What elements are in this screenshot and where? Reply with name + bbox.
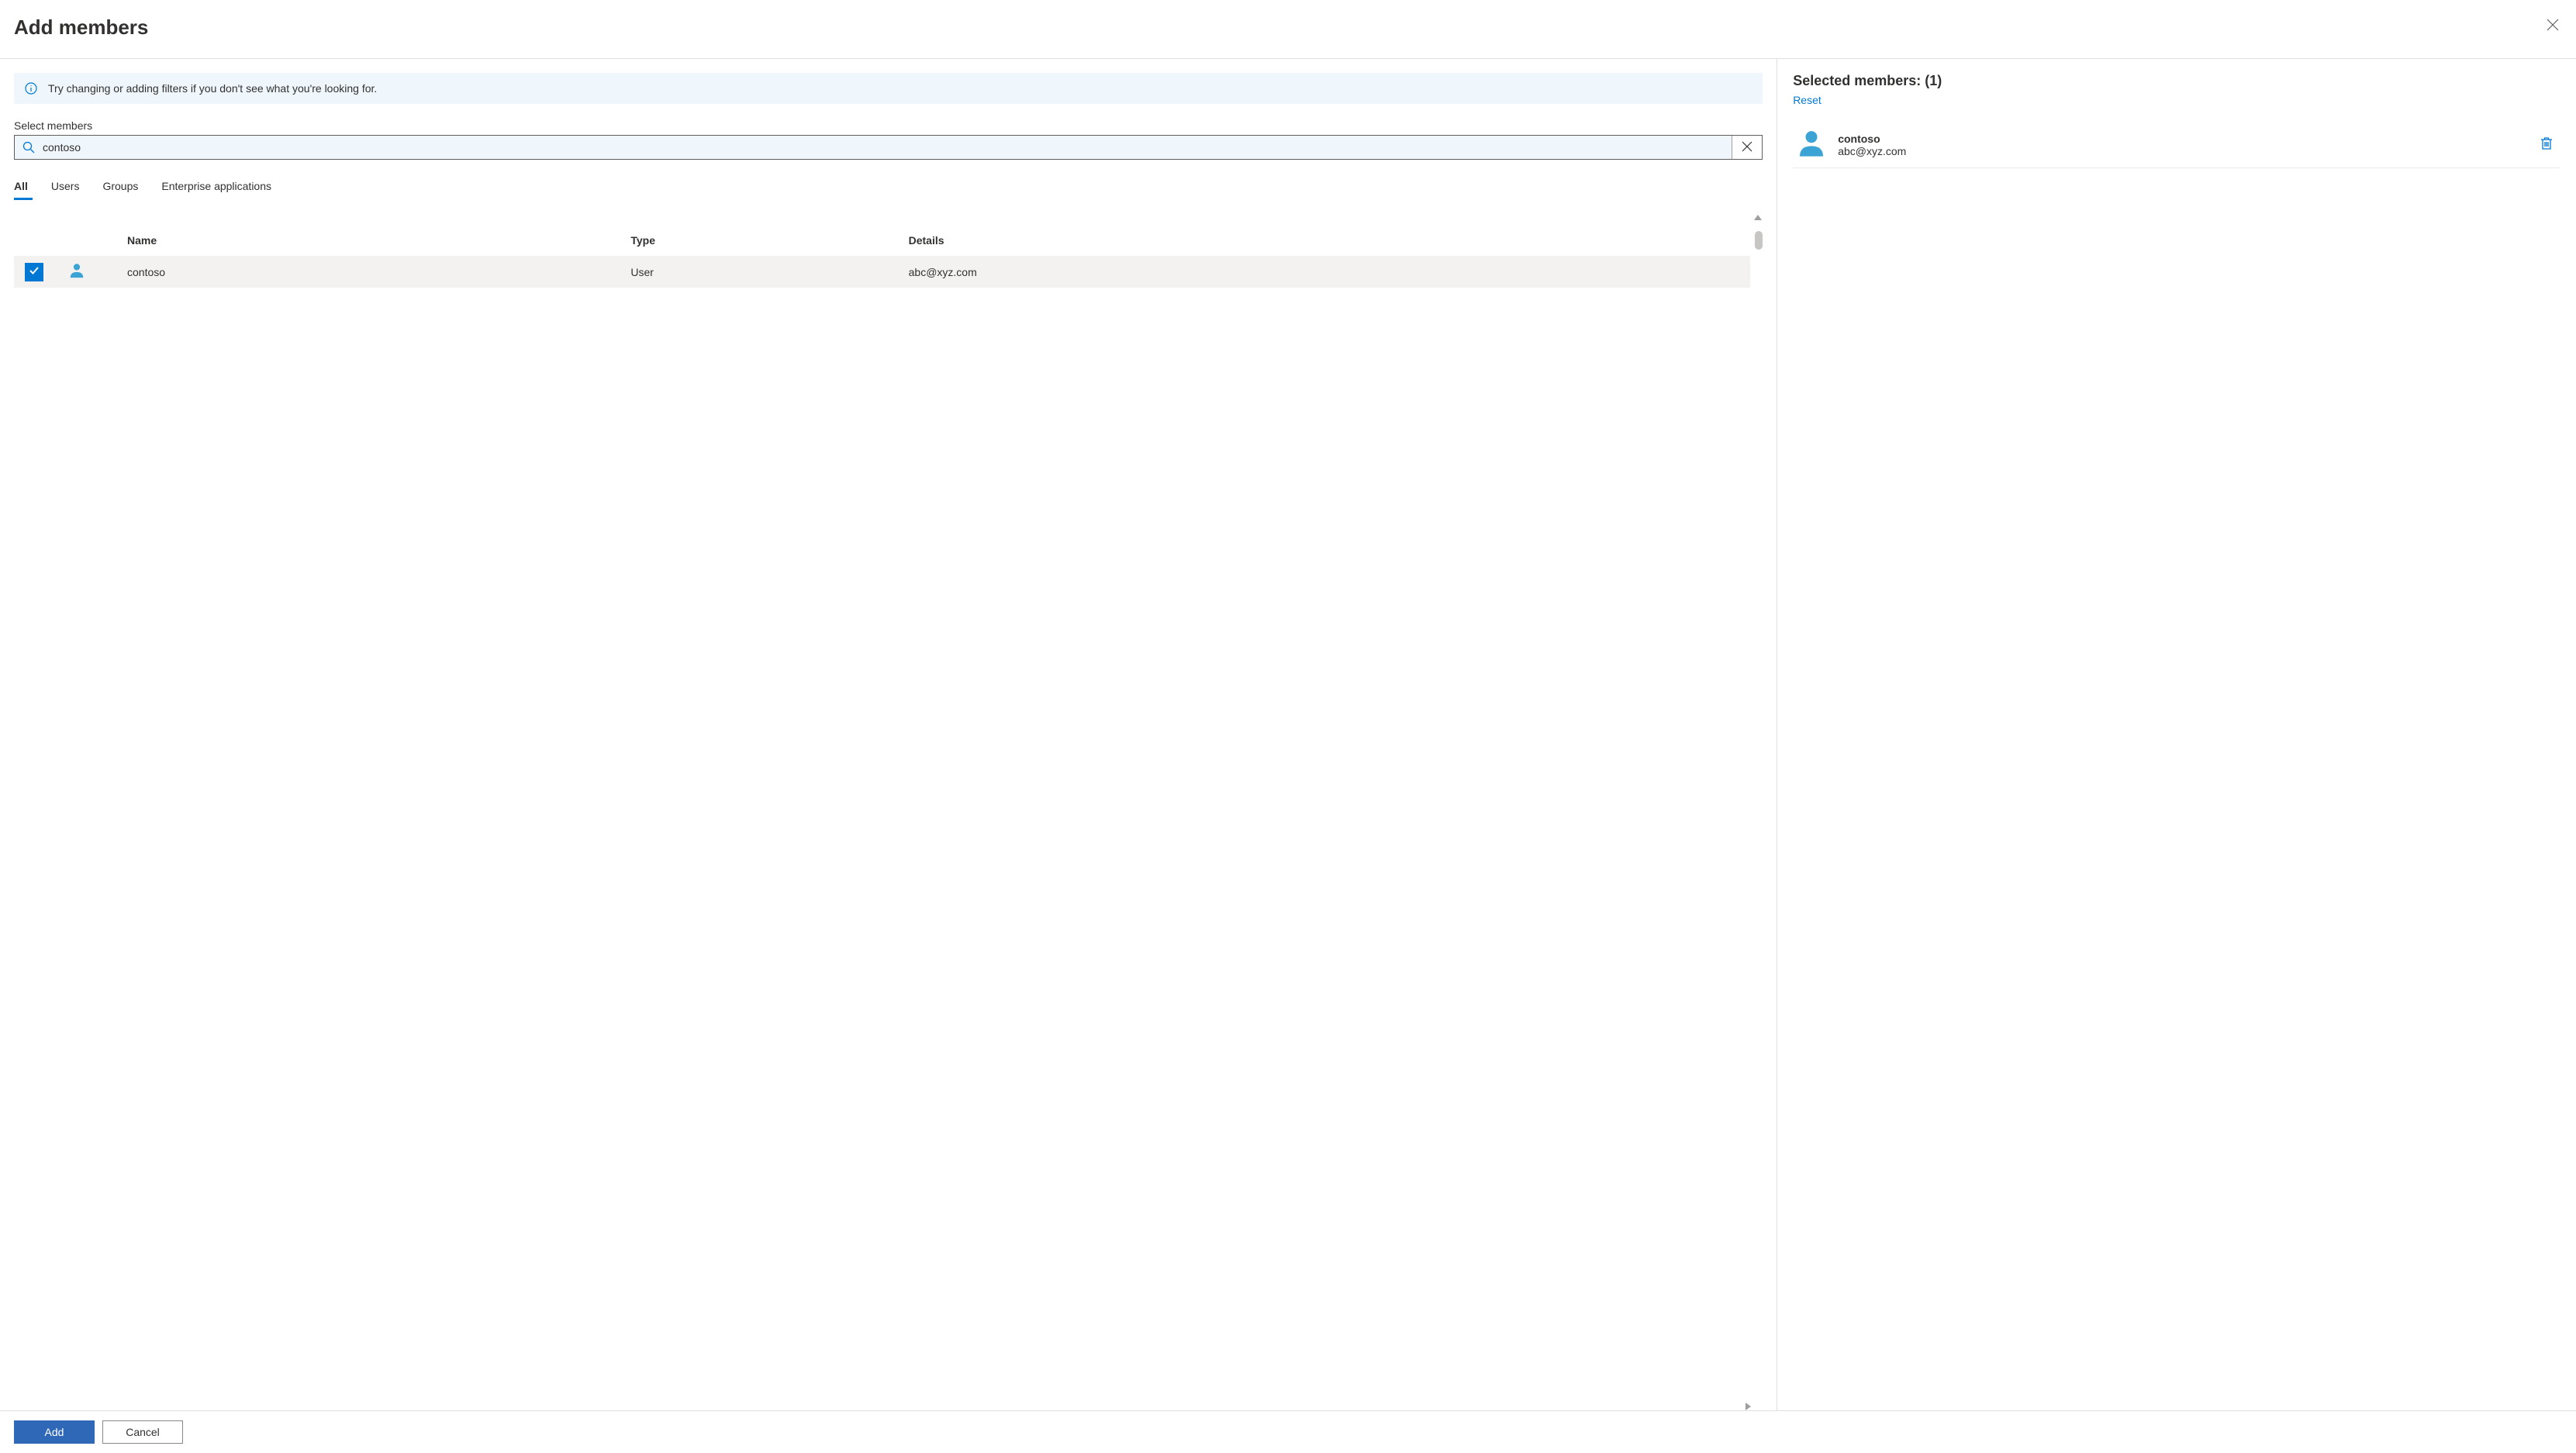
tab-groups[interactable]: Groups — [102, 175, 138, 200]
user-icon — [68, 269, 85, 281]
scroll-right-icon[interactable] — [1744, 1401, 1753, 1410]
dialog-title: Add members — [14, 16, 148, 40]
cancel-button[interactable]: Cancel — [102, 1420, 183, 1444]
clear-search-button[interactable] — [1732, 136, 1762, 159]
results-list: Name Type Details — [14, 225, 1750, 1398]
trash-icon — [2540, 141, 2553, 153]
dialog-footer: Add Cancel — [0, 1410, 2576, 1453]
selected-member-name: contoso — [1838, 133, 2525, 145]
remove-member-button[interactable] — [2536, 132, 2557, 157]
search-panel: Try changing or adding filters if you do… — [0, 59, 1777, 1410]
search-label: Select members — [14, 119, 1763, 132]
row-checkbox[interactable] — [25, 263, 43, 281]
search-field — [14, 135, 1763, 160]
results-area: Name Type Details — [14, 212, 1763, 1410]
selected-members-list: contoso abc@xyz.com — [1793, 122, 2560, 1410]
dialog-header: Add members — [0, 0, 2576, 59]
selected-panel: Selected members: (1) Reset contoso abc@… — [1777, 59, 2576, 1410]
selected-member-info: contoso abc@xyz.com — [1838, 133, 2525, 157]
scroll-up-icon[interactable] — [1753, 212, 1763, 222]
filter-tabs: All Users Groups Enterprise applications — [14, 175, 1763, 200]
reset-link[interactable]: Reset — [1793, 94, 2560, 106]
info-banner-text: Try changing or adding filters if you do… — [48, 82, 377, 95]
clear-icon — [1742, 141, 1752, 154]
search-icon — [15, 136, 43, 159]
tab-enterprise-applications[interactable]: Enterprise applications — [161, 175, 271, 200]
column-header-details: Details — [909, 234, 1751, 247]
column-header-name: Name — [127, 234, 630, 247]
tab-all[interactable]: All — [14, 175, 28, 200]
selected-members-title: Selected members: (1) — [1793, 73, 2560, 89]
info-banner: Try changing or adding filters if you do… — [14, 73, 1763, 104]
row-name: contoso — [127, 266, 630, 278]
table-row[interactable]: contoso User abc@xyz.com — [14, 256, 1750, 288]
add-button[interactable]: Add — [14, 1420, 95, 1444]
user-icon — [1796, 128, 1827, 161]
column-header-type: Type — [630, 234, 908, 247]
close-button[interactable] — [2543, 16, 2562, 36]
row-details: abc@xyz.com — [909, 266, 1751, 278]
check-icon — [29, 265, 40, 278]
search-input[interactable] — [43, 136, 1732, 159]
selected-member-item: contoso abc@xyz.com — [1793, 122, 2560, 168]
tab-users[interactable]: Users — [51, 175, 80, 200]
scrollbar-thumb[interactable] — [1755, 231, 1763, 250]
table-header-row: Name Type Details — [14, 225, 1750, 256]
close-icon — [2547, 19, 2559, 33]
main-container: Try changing or adding filters if you do… — [0, 59, 2576, 1410]
info-icon — [25, 82, 37, 95]
row-type: User — [630, 266, 908, 278]
selected-member-details: abc@xyz.com — [1838, 145, 2525, 157]
